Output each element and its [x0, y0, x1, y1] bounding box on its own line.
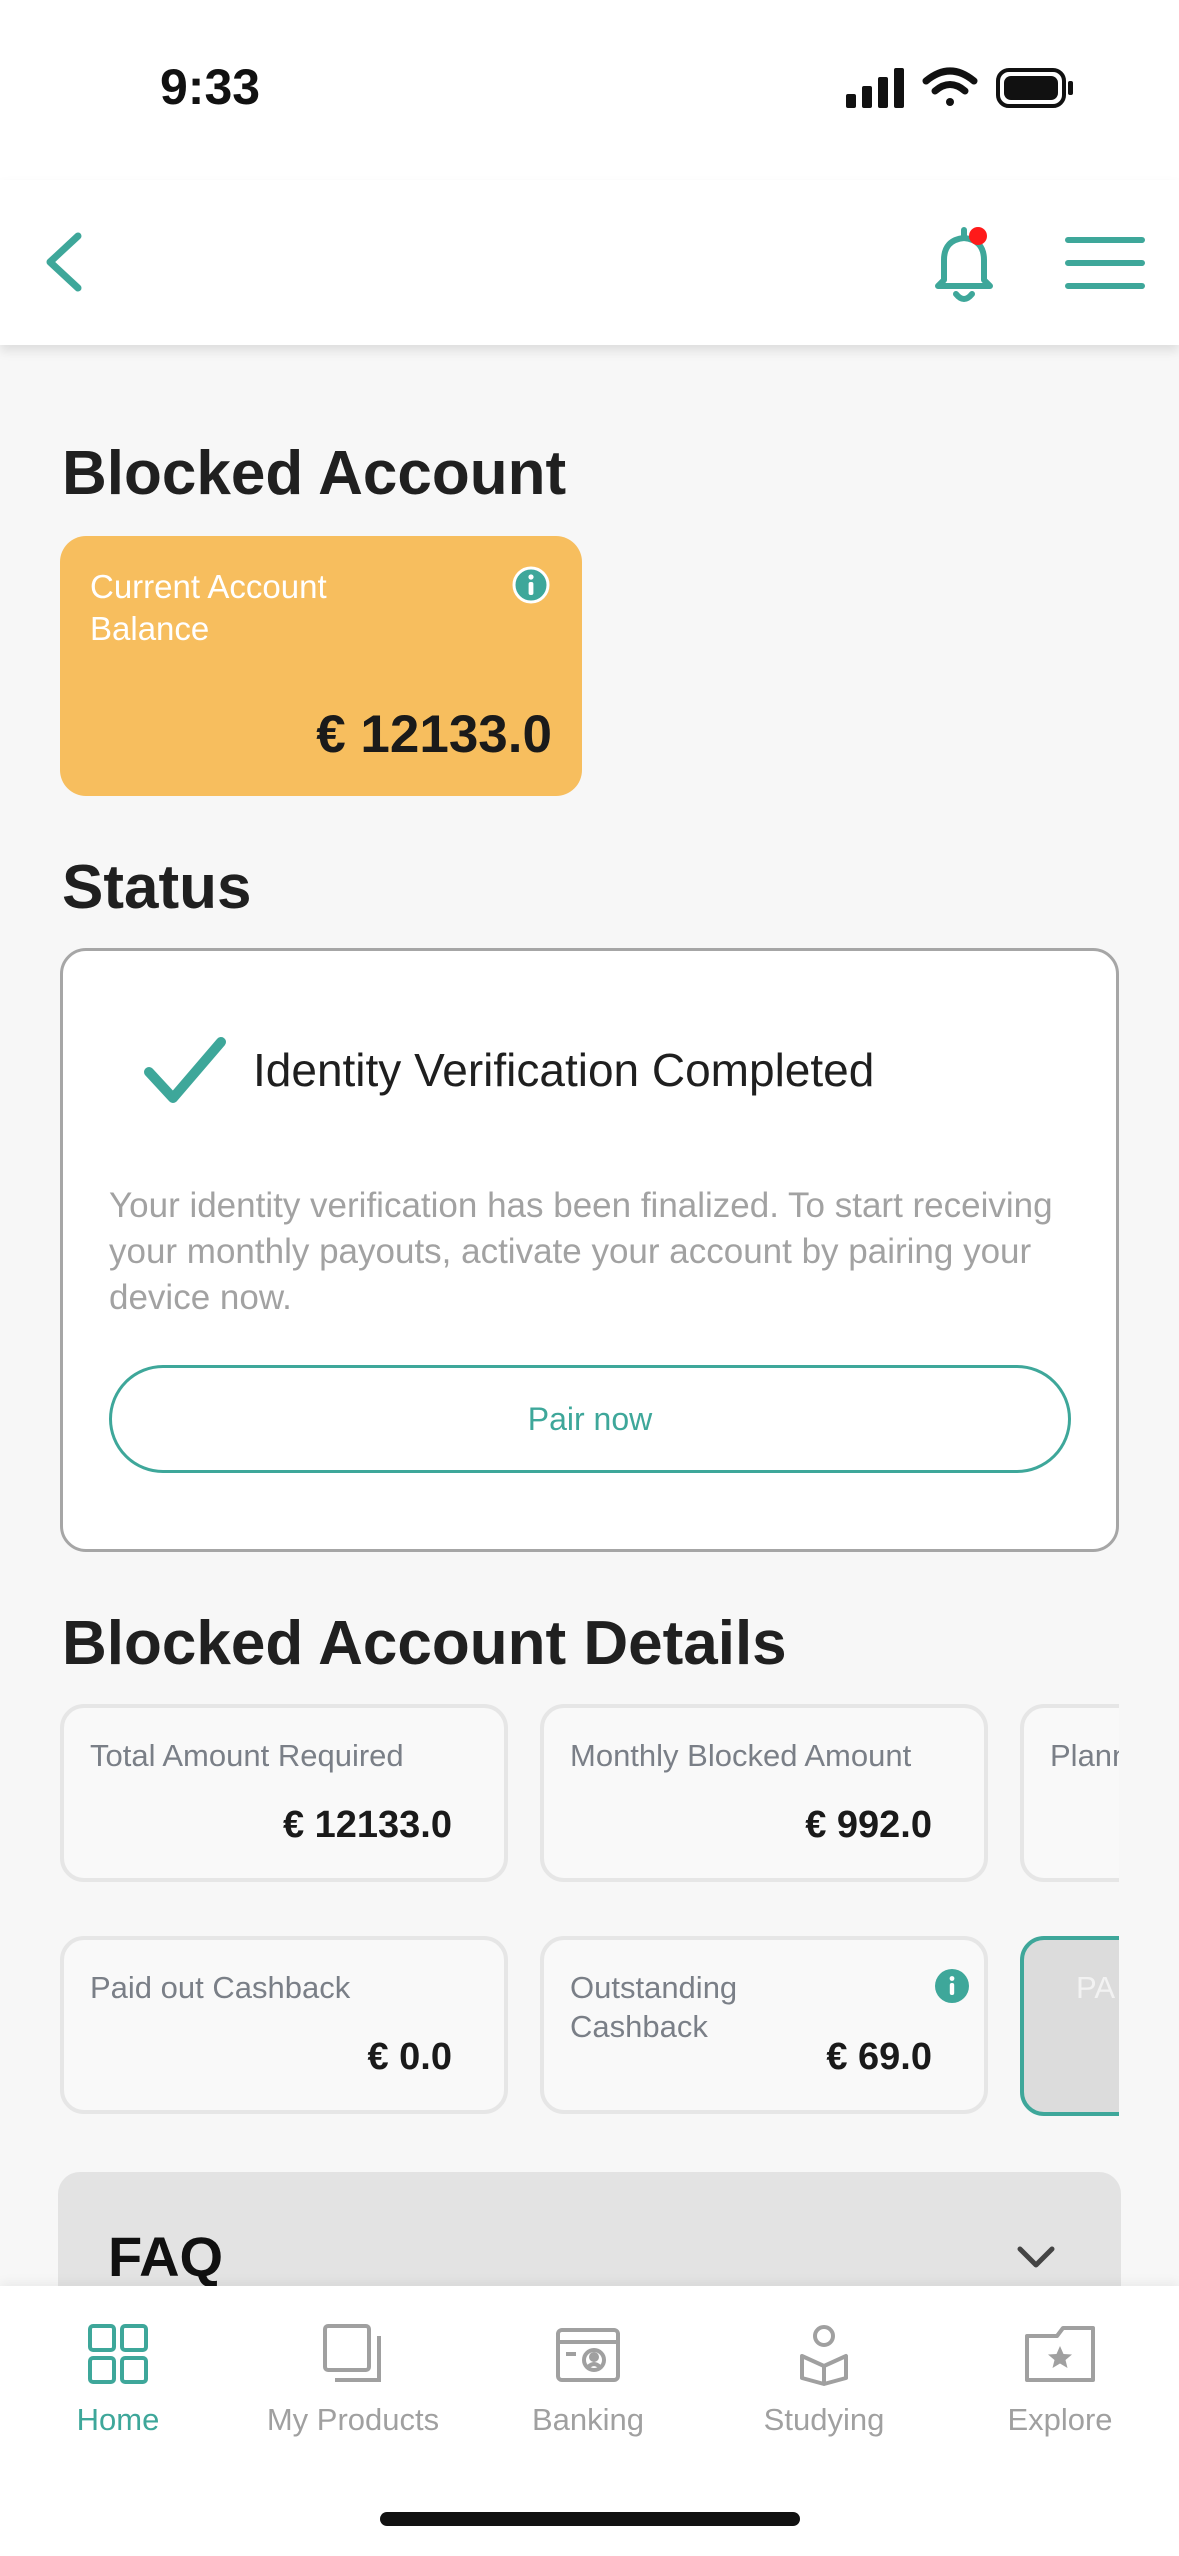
- status-time: 9:33: [160, 59, 261, 115]
- pay-card[interactable]: PA: [1020, 1936, 1119, 2116]
- detail-card-total-required: Total Amount Required € 12133.0: [60, 1704, 508, 1882]
- details-cards: Total Amount Required € 12133.0 Monthly …: [0, 1700, 1119, 2120]
- explore-folder-icon: [1025, 2326, 1095, 2382]
- balance-label: Current Account Balance: [90, 568, 327, 647]
- detail-value: € 69.0: [826, 2036, 932, 2078]
- detail-card-paid-out-cashback: Paid out Cashback € 0.0: [60, 1936, 508, 2114]
- detail-value: € 12133.0: [282, 1804, 452, 1846]
- nav-item-explore[interactable]: Explore: [950, 2322, 1170, 2442]
- info-icon[interactable]: [511, 565, 551, 605]
- chevron-down-icon[interactable]: [1014, 2242, 1058, 2272]
- info-icon[interactable]: [934, 1968, 970, 2004]
- detail-card-monthly-blocked: Monthly Blocked Amount € 992.0: [540, 1704, 988, 1882]
- nav-label: Home: [76, 2402, 160, 2437]
- nav-label: Explore: [1007, 2402, 1113, 2437]
- notification-dot: [969, 227, 987, 245]
- page-title: Blocked Account: [62, 439, 567, 508]
- nav-label: Studying: [763, 2402, 885, 2437]
- pay-label: PA: [1076, 1970, 1116, 2005]
- status-description: Your identity verification has been fina…: [109, 1186, 1053, 1317]
- balance-card: Current Account Balance € 12133.0: [60, 536, 582, 796]
- nav-item-my-products[interactable]: My Products: [243, 2322, 463, 2442]
- wifi-icon: [922, 67, 978, 106]
- detail-label: Plann: [1050, 1738, 1119, 1773]
- status-heading: Status: [62, 853, 252, 922]
- app-header: [0, 180, 1179, 345]
- status-title: Identity Verification Completed: [253, 1044, 875, 1096]
- hamburger-menu-icon[interactable]: [1062, 232, 1146, 294]
- detail-label: Monthly Blocked Amount: [570, 1738, 912, 1773]
- battery-icon: [996, 68, 1073, 108]
- status-bar: 9:33: [0, 0, 1179, 180]
- home-indicator: [380, 2512, 800, 2526]
- products-icon: [323, 2324, 381, 2382]
- faq-title: FAQ: [108, 2225, 224, 2288]
- notification-bell-icon[interactable]: [922, 220, 1006, 310]
- status-icons: [846, 67, 1073, 108]
- status-card: Identity Verification Completed Your ide…: [60, 948, 1119, 1552]
- pair-now-button[interactable]: Pair now: [109, 1365, 1071, 1473]
- nav-label: Banking: [531, 2402, 645, 2437]
- balance-value: € 12133.0: [316, 705, 552, 764]
- detail-card-outstanding-cashback: Outstanding Cashback € 69.0: [540, 1936, 988, 2114]
- nav-label: My Products: [266, 2402, 440, 2437]
- detail-label: Total Amount Required: [90, 1738, 404, 1773]
- detail-value: € 0.0: [367, 2036, 452, 2078]
- detail-card-planned: Plann: [1020, 1704, 1119, 1882]
- checkmark-icon: [144, 1037, 226, 1103]
- signal-icon: [846, 68, 904, 108]
- back-button[interactable]: [36, 226, 96, 298]
- nav-item-studying[interactable]: Studying: [714, 2322, 934, 2442]
- details-heading: Blocked Account Details: [62, 1609, 787, 1678]
- nav-item-home[interactable]: Home: [8, 2322, 228, 2442]
- detail-value: € 992.0: [805, 1804, 932, 1846]
- detail-label: Outstanding Cashback: [570, 1970, 738, 2044]
- home-grid-icon: [88, 2324, 148, 2384]
- studying-icon: [800, 2325, 848, 2386]
- detail-label: Paid out Cashback: [90, 1970, 351, 2005]
- bank-card-icon: [556, 2328, 620, 2382]
- nav-item-banking[interactable]: Banking: [478, 2322, 698, 2442]
